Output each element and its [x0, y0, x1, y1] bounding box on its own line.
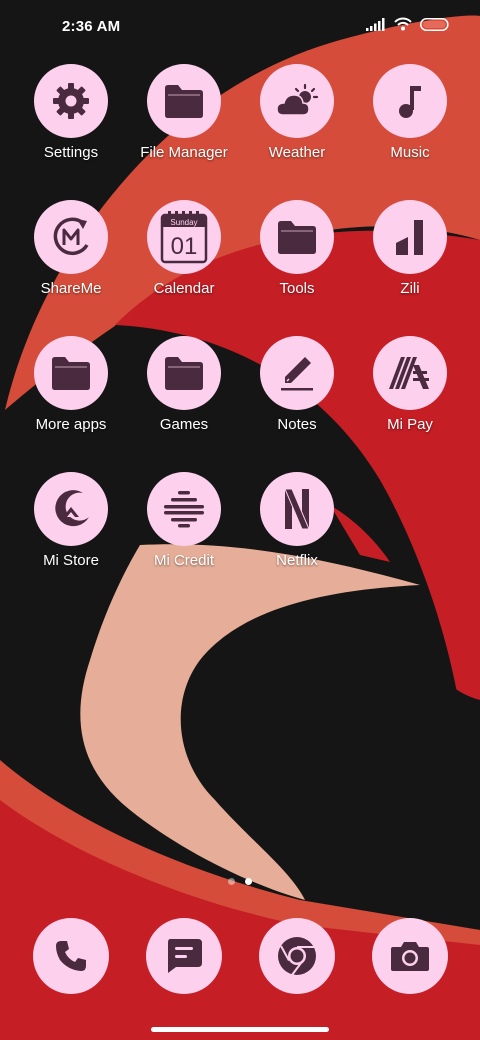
calendar-day-number: 01: [171, 233, 198, 260]
page-dot-active[interactable]: [245, 878, 252, 885]
camera-icon: [391, 942, 429, 971]
app-label: ShareMe: [40, 280, 102, 297]
app-mi-pay[interactable]: Mi Pay: [354, 336, 466, 433]
status-bar: 2:36 AM: [0, 0, 480, 56]
folder-icon: [52, 357, 90, 390]
app-icon-circle[interactable]: [260, 472, 334, 546]
app-notes[interactable]: Notes: [241, 336, 353, 433]
settings-gear-icon: [53, 83, 89, 119]
app-icon-circle[interactable]: [34, 472, 108, 546]
app-label: Netflix: [276, 552, 318, 569]
page-indicator: [0, 878, 480, 885]
app-file-manager[interactable]: File Manager: [128, 64, 240, 161]
zili-icon: [396, 220, 423, 255]
app-mi-store[interactable]: Mi Store: [15, 472, 127, 569]
app-icon-circle[interactable]: [260, 200, 334, 274]
dock-icon-circle[interactable]: [372, 918, 448, 994]
dock-camera[interactable]: [354, 918, 466, 994]
app-label: Tools: [279, 280, 315, 297]
app-music[interactable]: Music: [354, 64, 466, 161]
status-time: 2:36 AM: [62, 18, 121, 35]
app-label: Music: [390, 144, 430, 161]
dock-phone[interactable]: [15, 918, 127, 994]
app-label: Settings: [43, 144, 99, 161]
app-calendar[interactable]: Sunday 01 Calendar: [128, 200, 240, 297]
app-icon-circle[interactable]: [147, 336, 221, 410]
pencil-icon: [281, 357, 313, 391]
app-icon-circle[interactable]: [260, 64, 334, 138]
music-note-icon: [399, 86, 421, 118]
app-tools[interactable]: Tools: [241, 200, 353, 297]
calendar-day-name: Sunday: [170, 218, 197, 227]
mi-pay-icon: [389, 357, 429, 389]
app-icon-circle[interactable]: [147, 64, 221, 138]
dock-icon-circle[interactable]: [33, 918, 109, 994]
signal-icon: [366, 17, 385, 31]
mi-store-icon: [55, 490, 89, 527]
app-more-apps[interactable]: More apps: [15, 336, 127, 433]
app-weather[interactable]: Weather: [241, 64, 353, 161]
app-icon-circle[interactable]: [373, 336, 447, 410]
phone-icon: [56, 941, 86, 971]
folder-icon: [165, 85, 203, 118]
chrome-icon: [278, 937, 316, 976]
battery-icon: [420, 17, 449, 31]
netflix-icon: [284, 488, 310, 530]
folder-icon: [165, 357, 203, 390]
app-zili[interactable]: Zili: [354, 200, 466, 297]
mi-credit-icon: [164, 491, 204, 528]
app-icon-circle[interactable]: [373, 200, 447, 274]
app-label: Weather: [268, 144, 326, 161]
calendar-icon: Sunday 01: [160, 211, 208, 264]
app-icon-circle[interactable]: [34, 64, 108, 138]
app-shareme[interactable]: ShareMe: [15, 200, 127, 297]
dock-icon-circle[interactable]: [146, 918, 222, 994]
app-icon-circle[interactable]: [260, 336, 334, 410]
app-settings[interactable]: Settings: [15, 64, 127, 161]
dock-messaging[interactable]: [128, 918, 240, 994]
dock-chrome[interactable]: [241, 918, 353, 994]
app-icon-circle[interactable]: [147, 472, 221, 546]
app-icon-circle[interactable]: [373, 64, 447, 138]
app-label: File Manager: [140, 144, 228, 161]
cloud-sun-icon: [276, 83, 319, 116]
gesture-navigation-bar[interactable]: [151, 1027, 329, 1032]
dock-icon-circle[interactable]: [259, 918, 335, 994]
app-netflix[interactable]: Netflix: [241, 472, 353, 569]
app-icon-circle[interactable]: [34, 336, 108, 410]
app-label: Mi Credit: [153, 552, 214, 569]
app-label: More apps: [35, 416, 107, 433]
app-label: Mi Pay: [387, 416, 433, 433]
wifi-icon: [394, 17, 412, 31]
folder-icon: [278, 221, 316, 254]
app-label: Mi Store: [43, 552, 99, 569]
app-label: Zili: [400, 280, 420, 297]
app-mi-credit[interactable]: Mi Credit: [128, 472, 240, 569]
app-label: Games: [159, 416, 209, 433]
app-label: Calendar: [153, 280, 215, 297]
status-icons: [366, 17, 450, 31]
page-dot[interactable]: [228, 878, 235, 885]
app-games[interactable]: Games: [128, 336, 240, 433]
app-icon-circle[interactable]: [34, 200, 108, 274]
shareme-icon: [53, 217, 89, 256]
app-label: Notes: [277, 416, 317, 433]
app-icon-circle[interactable]: Sunday 01: [147, 200, 221, 274]
message-icon: [168, 939, 202, 973]
